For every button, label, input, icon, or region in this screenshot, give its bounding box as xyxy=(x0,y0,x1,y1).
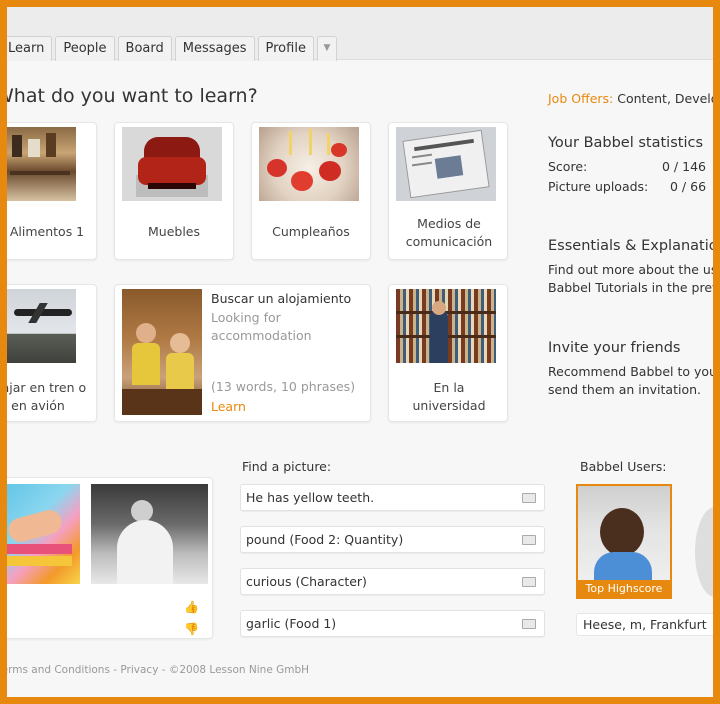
card-label: Alimentos 1 xyxy=(9,224,85,239)
photo-panel: 👍 👎 xyxy=(7,477,213,639)
tab-messages[interactable]: Messages xyxy=(174,36,255,61)
score-value: 0 / 146 xyxy=(662,159,706,174)
find-item-label: curious (Character) xyxy=(246,574,367,589)
essentials-line: Babbel Tutorials in the preview xyxy=(548,280,713,295)
armchair-thumbnail xyxy=(122,127,222,201)
top-navigation: Learn People Board Messages Profile ▼ xyxy=(7,7,713,61)
footer-links[interactable]: Terms and Conditions - Privacy - ©2008 L… xyxy=(7,664,309,676)
child-on-float-photo[interactable] xyxy=(7,484,80,584)
family-photo-thumbnail xyxy=(122,289,202,415)
lesson-card-viajar[interactable]: Viajar en tren o en avión xyxy=(7,284,97,422)
lesson-card-cumpleanos[interactable]: Cumpleaños xyxy=(251,122,371,260)
airplane-thumbnail xyxy=(7,289,76,363)
bride-photo[interactable] xyxy=(91,484,208,584)
lesson-card-muebles[interactable]: Muebles xyxy=(114,122,234,260)
stats-title: Your Babbel statistics xyxy=(548,135,703,151)
library-thumbnail xyxy=(396,289,496,363)
find-picture-item[interactable]: garlic (Food 1) xyxy=(240,610,545,637)
job-offers: Job Offers: Content, Developer xyxy=(548,91,713,106)
card-label: Cumpleaños xyxy=(272,224,350,239)
tabs-more-dropdown[interactable]: ▼ xyxy=(316,36,337,61)
lesson-card-alojamiento[interactable]: Buscar un alojamiento Looking for accomm… xyxy=(114,284,371,422)
tab-board[interactable]: Board xyxy=(117,36,172,61)
user-info[interactable]: Heese, m, Frankfurt xyxy=(576,613,713,636)
invite-line: Recommend Babbel to your friends xyxy=(548,364,713,379)
picture-icon[interactable] xyxy=(522,493,536,503)
uploads-label: Picture uploads: xyxy=(548,179,649,194)
thumbs-up-icon[interactable]: 👍 xyxy=(184,600,199,614)
food-shelf-thumbnail xyxy=(7,127,76,201)
top-user-avatar[interactable]: Top Highscore xyxy=(576,484,672,599)
job-offers-link[interactable]: Job Offers: xyxy=(548,91,613,106)
newspaper-thumbnail xyxy=(396,127,496,201)
uploads-value: 0 / 66 xyxy=(670,179,707,194)
lesson-counts: (13 words, 10 phrases) xyxy=(211,379,356,394)
tab-profile[interactable]: Profile xyxy=(257,36,314,61)
invite-line: send them an invitation. xyxy=(548,382,701,397)
picture-icon[interactable] xyxy=(522,535,536,545)
card-label: Medios de comunicación xyxy=(405,216,493,249)
lesson-card-universidad[interactable]: En la universidad xyxy=(388,284,508,422)
picture-icon[interactable] xyxy=(522,619,536,629)
invite-title[interactable]: Invite your friends xyxy=(548,340,680,356)
score-label: Score: xyxy=(548,159,588,174)
essentials-line: Find out more about the use of xyxy=(548,262,713,277)
find-item-label: He has yellow teeth. xyxy=(246,490,375,505)
babbel-users-title: Babbel Users: xyxy=(580,459,667,474)
lesson-subtitle: Looking for accommodation xyxy=(211,310,312,343)
essentials-title[interactable]: Essentials & Explanations xyxy=(548,238,713,254)
learn-link[interactable]: Learn xyxy=(211,399,246,414)
tab-bar: Learn People Board Messages Profile ▼ xyxy=(7,36,340,61)
card-label: Viajar en tren o en avión xyxy=(7,380,87,413)
lesson-card-alimentos[interactable]: Alimentos 1 xyxy=(7,122,97,260)
page-title: What do you want to learn? xyxy=(7,85,258,107)
birthday-cake-thumbnail xyxy=(259,127,359,201)
picture-icon[interactable] xyxy=(522,577,536,587)
find-picture-item[interactable]: curious (Character) xyxy=(240,568,545,595)
chevron-down-icon: ▼ xyxy=(323,43,331,53)
user-carousel-arrow[interactable] xyxy=(695,507,713,597)
tab-learn[interactable]: Learn xyxy=(7,36,53,61)
find-picture-item[interactable]: He has yellow teeth. xyxy=(240,484,545,511)
top-highscore-badge: Top Highscore xyxy=(578,580,670,597)
browser-frame: Learn People Board Messages Profile ▼ Wh… xyxy=(7,7,713,697)
find-item-label: garlic (Food 1) xyxy=(246,616,337,631)
job-offers-text[interactable]: Content, Developer xyxy=(617,91,713,106)
lesson-card-medios[interactable]: Medios de comunicación xyxy=(388,122,508,260)
find-item-label: pound (Food 2: Quantity) xyxy=(246,532,404,547)
find-picture-item[interactable]: pound (Food 2: Quantity) xyxy=(240,526,545,553)
tab-people[interactable]: People xyxy=(55,36,115,61)
card-label: En la universidad xyxy=(412,380,486,413)
thumbs-down-icon[interactable]: 👎 xyxy=(184,622,199,636)
card-label: Muebles xyxy=(147,224,200,239)
lesson-title: Buscar un alojamiento xyxy=(211,291,352,306)
find-picture-title: Find a picture: xyxy=(242,459,332,474)
